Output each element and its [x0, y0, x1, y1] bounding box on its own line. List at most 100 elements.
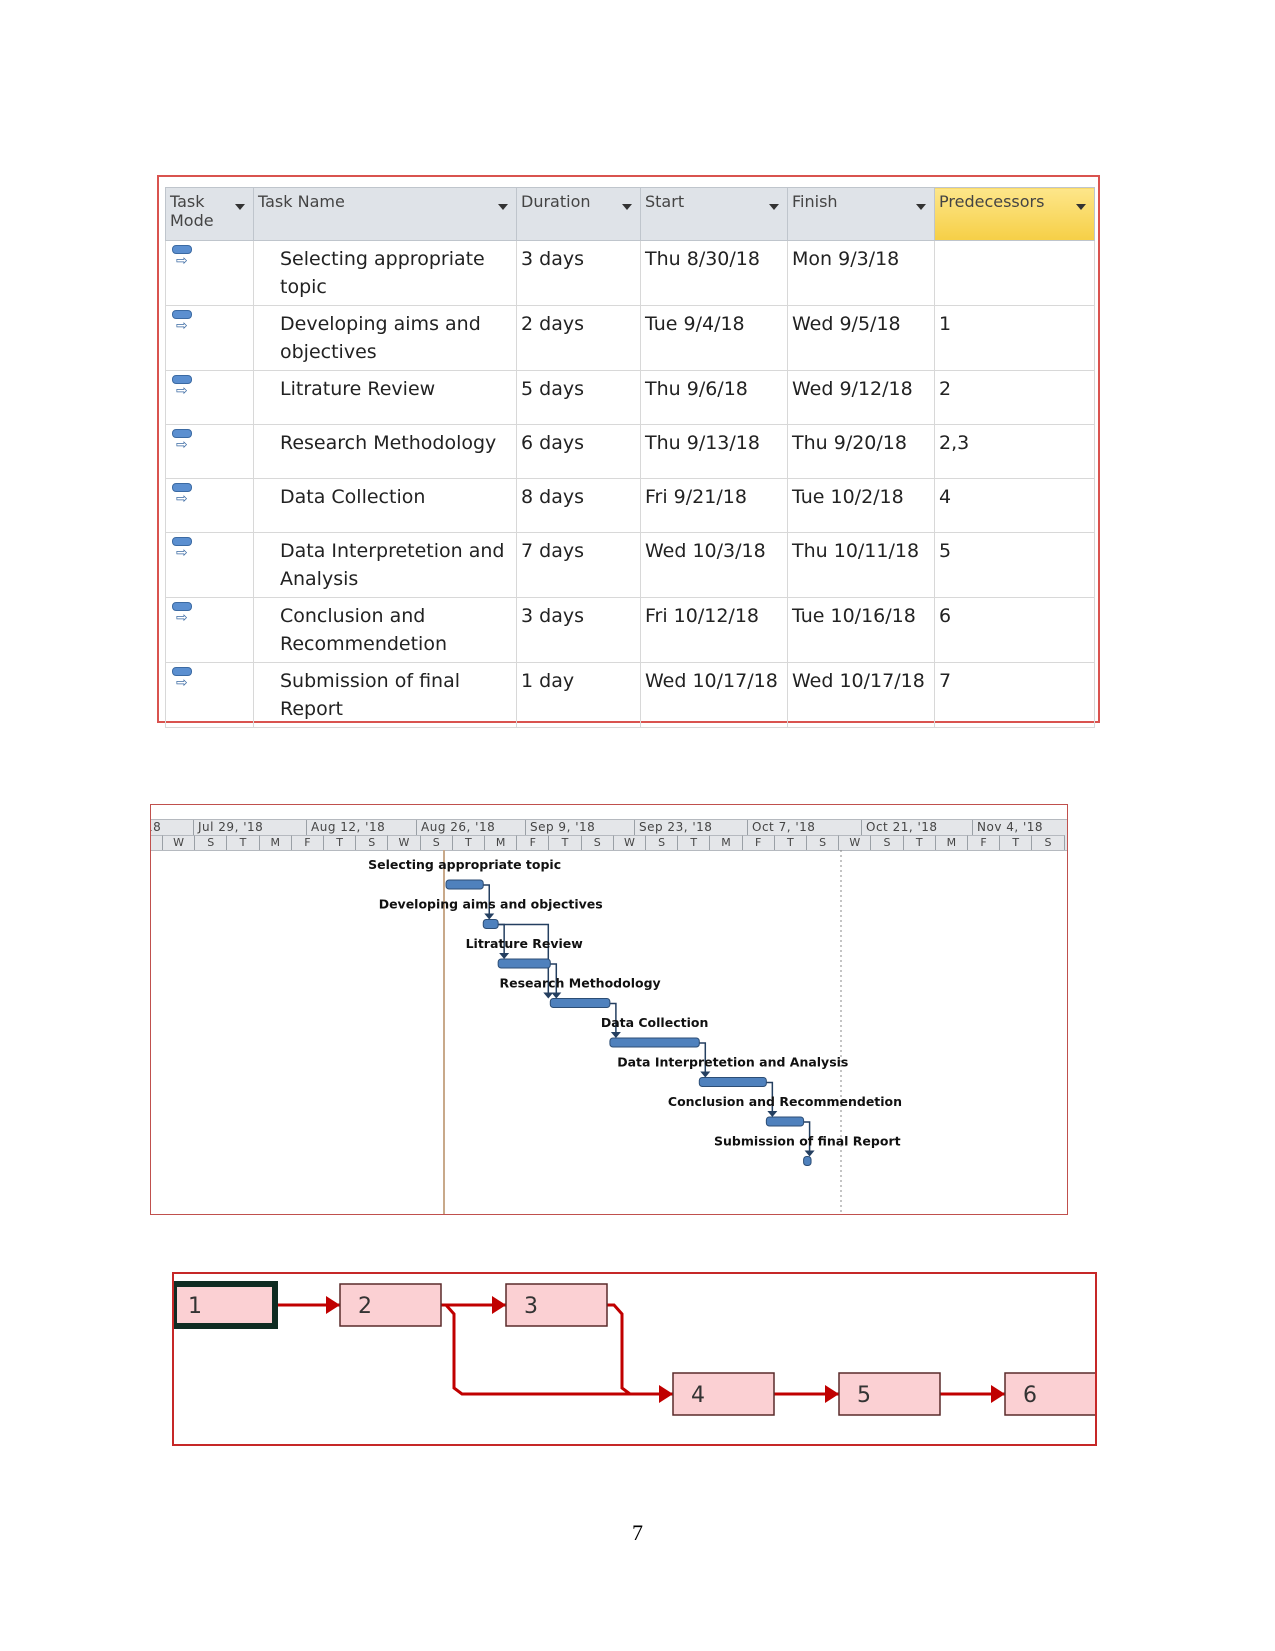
gantt-bar[interactable]	[609, 1037, 700, 1048]
finish-cell[interactable]: Mon 9/3/18	[787, 240, 935, 306]
gantt-bar[interactable]	[482, 919, 499, 929]
table-row[interactable]: ⇨ Research Methodology 6 days Thu 9/13/18 Th…	[165, 424, 1095, 479]
task-mode-cell[interactable]: ⇨	[165, 424, 254, 479]
table-row[interactable]: ⇨ Data Collection 8 days Fri 9/21/18 Tue 10/…	[165, 478, 1095, 533]
finish-cell[interactable]: Thu 9/20/18	[787, 424, 935, 479]
predecessors-cell[interactable]: 4	[934, 478, 1095, 533]
start-cell[interactable]: Thu 9/6/18	[640, 370, 788, 425]
network-node[interactable]: 2	[339, 1283, 442, 1327]
predecessors-cell[interactable]: 2,3	[934, 424, 1095, 479]
column-header-task-mode[interactable]: Task Mode	[165, 187, 254, 241]
network-node-box[interactable]	[672, 1372, 775, 1416]
start-cell[interactable]: Thu 8/30/18	[640, 240, 788, 306]
task-name-cell[interactable]: Developing aims and objectives	[253, 305, 517, 371]
task-mode-cell[interactable]: ⇨	[165, 478, 254, 533]
predecessors-cell[interactable]: 6	[934, 597, 1095, 663]
finish-cell[interactable]: Tue 10/16/18	[787, 597, 935, 663]
column-header-duration[interactable]: Duration	[516, 187, 641, 241]
gantt-bars: Selecting appropriate topic Developing ai…	[368, 850, 902, 1214]
table-row[interactable]: ⇨ Selecting appropriate topic 3 days Thu 8/…	[165, 240, 1095, 306]
gantt-bar[interactable]	[549, 998, 611, 1008]
auto-scheduled-icon: ⇨	[170, 602, 192, 626]
task-mode-cell[interactable]: ⇨	[165, 240, 254, 306]
task-mode-cell[interactable]: ⇨	[165, 305, 254, 371]
dependency-arrow	[767, 1111, 778, 1117]
table-row[interactable]: ⇨ Submission of final Report 1 day Wed 10/1…	[165, 662, 1095, 728]
task-name-cell[interactable]: Data Collection	[253, 478, 517, 533]
gantt-bar[interactable]	[803, 1156, 812, 1166]
network-node[interactable]: 5	[838, 1372, 941, 1416]
task-name-cell[interactable]: Data Interpretetion and Analysis	[253, 532, 517, 598]
duration-cell[interactable]: 1 day	[516, 662, 641, 728]
finish-cell[interactable]: Wed 9/12/18	[787, 370, 935, 425]
task-name-cell[interactable]: Selecting appropriate topic	[253, 240, 517, 306]
chevron-down-icon[interactable]	[769, 204, 779, 210]
chevron-down-icon[interactable]	[1076, 204, 1086, 210]
task-name-cell[interactable]: Submission of final Report	[253, 662, 517, 728]
duration-cell[interactable]: 6 days	[516, 424, 641, 479]
finish-cell[interactable]: Tue 10/2/18	[787, 478, 935, 533]
network-node-box[interactable]	[505, 1283, 608, 1327]
task-name-cell[interactable]: Litrature Review	[253, 370, 517, 425]
column-header-task-name[interactable]: Task Name	[253, 187, 517, 241]
task-mode-cell[interactable]: ⇨	[165, 370, 254, 425]
gantt-bar[interactable]	[765, 1116, 805, 1127]
network-node-box[interactable]	[838, 1372, 941, 1416]
dependency-arrow	[551, 992, 562, 999]
gantt-bar[interactable]	[698, 1077, 767, 1087]
column-header-finish[interactable]: Finish	[787, 187, 935, 241]
finish-cell[interactable]: Thu 10/11/18	[787, 532, 935, 598]
table-row[interactable]: ⇨ Data Interpretetion and Analysis 7 days W…	[165, 532, 1095, 598]
chevron-down-icon[interactable]	[916, 204, 926, 210]
start-cell[interactable]: Thu 9/13/18	[640, 424, 788, 479]
start-cell[interactable]: Fri 9/21/18	[640, 478, 788, 533]
arrow-head-icon	[991, 1385, 1005, 1403]
table-row[interactable]: ⇨ Conclusion and Recommendetion 3 days Fri …	[165, 597, 1095, 663]
chevron-down-icon[interactable]	[622, 204, 632, 210]
finish-cell[interactable]: Wed 10/17/18	[787, 662, 935, 728]
network-node[interactable]: 4	[672, 1372, 775, 1416]
network-node-box[interactable]	[339, 1283, 442, 1327]
task-name-cell[interactable]: Research Methodology	[253, 424, 517, 479]
network-node[interactable]: 6	[1004, 1372, 1097, 1416]
predecessors-cell[interactable]: 5	[934, 532, 1095, 598]
dependency-arrow	[610, 1032, 621, 1038]
auto-scheduled-icon: ⇨	[170, 483, 192, 507]
network-node-label: 3	[524, 1294, 538, 1319]
table-row[interactable]: ⇨ Developing aims and objectives 2 days Tue…	[165, 305, 1095, 371]
task-mode-cell[interactable]: ⇨	[165, 532, 254, 598]
duration-cell[interactable]: 2 days	[516, 305, 641, 371]
duration-cell[interactable]: 3 days	[516, 240, 641, 306]
duration-cell[interactable]: 5 days	[516, 370, 641, 425]
chevron-down-icon[interactable]	[498, 204, 508, 210]
duration-cell[interactable]: 3 days	[516, 597, 641, 663]
column-header-start[interactable]: Start	[640, 187, 788, 241]
task-table-frame: Task Mode Task Name Duration Start Finis…	[157, 175, 1100, 728]
task-mode-cell[interactable]: ⇨	[165, 662, 254, 728]
predecessors-cell[interactable]: 1	[934, 305, 1095, 371]
network-node-box[interactable]	[1004, 1372, 1097, 1416]
gantt-bar[interactable]	[445, 879, 484, 890]
finish-cell[interactable]: Wed 9/5/18	[787, 305, 935, 371]
start-cell[interactable]: Tue 9/4/18	[640, 305, 788, 371]
predecessors-cell[interactable]: 2	[934, 370, 1095, 425]
gantt-bar-label: Data Collection	[601, 1015, 709, 1030]
duration-cell[interactable]: 7 days	[516, 532, 641, 598]
predecessors-cell[interactable]: 7	[934, 662, 1095, 728]
start-cell[interactable]: Wed 10/3/18	[640, 532, 788, 598]
start-cell[interactable]: Wed 10/17/18	[640, 662, 788, 728]
gantt-bar[interactable]	[497, 958, 551, 969]
task-name-cell[interactable]: Conclusion and Recommendetion	[253, 597, 517, 663]
duration-cell[interactable]: 8 days	[516, 478, 641, 533]
auto-scheduled-icon: ⇨	[170, 245, 192, 269]
task-mode-cell[interactable]: ⇨	[165, 597, 254, 663]
auto-scheduled-icon: ⇨	[170, 537, 192, 561]
network-node[interactable]: 1	[174, 1281, 278, 1329]
network-node[interactable]: 3	[505, 1283, 608, 1327]
chevron-down-icon[interactable]	[235, 204, 245, 210]
start-cell[interactable]: Fri 10/12/18	[640, 597, 788, 663]
predecessors-cell[interactable]	[934, 240, 1095, 306]
network-node-label: 2	[358, 1294, 372, 1319]
column-header-predecessors[interactable]: Predecessors	[934, 187, 1095, 241]
table-row[interactable]: ⇨ Litrature Review 5 days Thu 9/6/18 Wed 9/1…	[165, 370, 1095, 425]
